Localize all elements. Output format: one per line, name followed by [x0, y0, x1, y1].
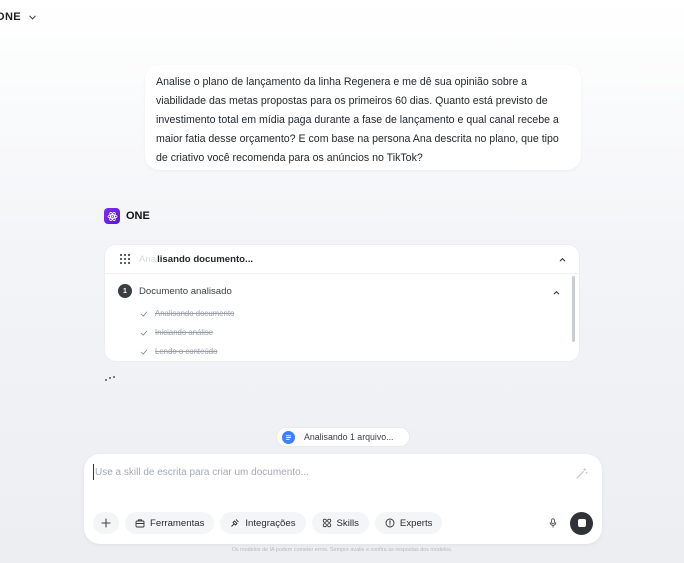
tools-button[interactable]: Ferramentas — [125, 512, 215, 534]
tools-button-label: Ferramentas — [150, 517, 205, 529]
progress-body: 1 Documento analisado Analisando documen… — [105, 274, 579, 361]
check-icon — [140, 330, 148, 336]
substep-item: Lendo o conteúdo — [140, 342, 565, 361]
substep-label: Analisando documento — [155, 309, 235, 318]
composer-actions — [544, 511, 593, 535]
plug-icon — [231, 519, 240, 527]
magic-wand-icon[interactable] — [575, 467, 588, 480]
experts-button[interactable]: Experts — [374, 512, 443, 534]
document-icon — [282, 430, 295, 444]
add-button[interactable] — [93, 512, 119, 534]
assistant-name: ONE — [126, 210, 150, 222]
toolbox-icon — [135, 519, 145, 528]
message-input[interactable] — [93, 464, 553, 480]
assistant-header: ONE — [104, 208, 150, 224]
expert-badge-icon — [385, 518, 395, 528]
experts-button-label: Experts — [399, 517, 433, 529]
progress-status-fade: Ana — [139, 253, 157, 265]
skills-button-label: Skills — [336, 517, 359, 529]
analysis-progress-card: Analisando documento... 1 Documento anal… — [104, 244, 580, 362]
step-collapse-chevron-icon[interactable] — [552, 288, 561, 297]
composer-toolbar: Ferramentas Integrações Skills Experts — [93, 511, 593, 535]
user-message-text: Analise o plano de lançamento da linha R… — [156, 76, 559, 164]
skills-button[interactable]: Skills — [311, 512, 369, 534]
microphone-icon — [549, 518, 557, 528]
assistant-logo — [104, 208, 120, 224]
plus-icon — [101, 518, 111, 528]
step-label: Documento analisado — [139, 285, 232, 297]
integrations-button[interactable]: Integrações — [220, 512, 306, 534]
progress-status: Analisando documento... — [139, 254, 253, 265]
stop-generation-button[interactable] — [570, 511, 593, 535]
step-number-badge: 1 — [118, 284, 132, 298]
user-message-bubble: Analise o plano de lançamento da linha R… — [145, 65, 581, 170]
step-row[interactable]: 1 Documento analisado — [118, 284, 565, 298]
atom-icon — [107, 211, 117, 221]
progress-status-text: lisando documento... — [157, 253, 254, 265]
integrations-button-label: Integrações — [245, 517, 296, 529]
chevron-up-icon[interactable] — [558, 255, 567, 264]
typing-indicator — [105, 376, 115, 381]
ai-disclaimer: Os modelos de IA podem cometer erros. Se… — [231, 547, 453, 553]
file-chip-label: Analisando 1 arquivo... — [304, 432, 394, 442]
microphone-button[interactable] — [544, 514, 562, 532]
analyzing-file-chip[interactable]: Analisando 1 arquivo... — [276, 427, 410, 447]
substep-label: Iniciando análise — [155, 328, 214, 337]
substep-label: Lendo o conteúdo — [155, 347, 218, 356]
progress-scrollbar[interactable] — [572, 276, 575, 342]
grid-dots-icon — [119, 253, 131, 265]
progress-header[interactable]: Analisando documento... — [105, 245, 579, 274]
substep-item: Iniciando análise — [140, 323, 565, 342]
stop-icon — [577, 519, 586, 527]
model-selector[interactable]: ONE — [0, 11, 37, 23]
check-icon — [140, 349, 148, 355]
model-selector-label: ONE — [0, 11, 22, 23]
substep-list: Analisando documento Iniciando análise L… — [118, 304, 565, 361]
substep-item: Analisando documento — [140, 304, 565, 323]
chevron-down-icon — [29, 15, 36, 20]
skills-grid-icon — [322, 518, 331, 528]
message-composer: Ferramentas Integrações Skills Experts — [84, 454, 602, 544]
check-icon — [140, 311, 148, 317]
